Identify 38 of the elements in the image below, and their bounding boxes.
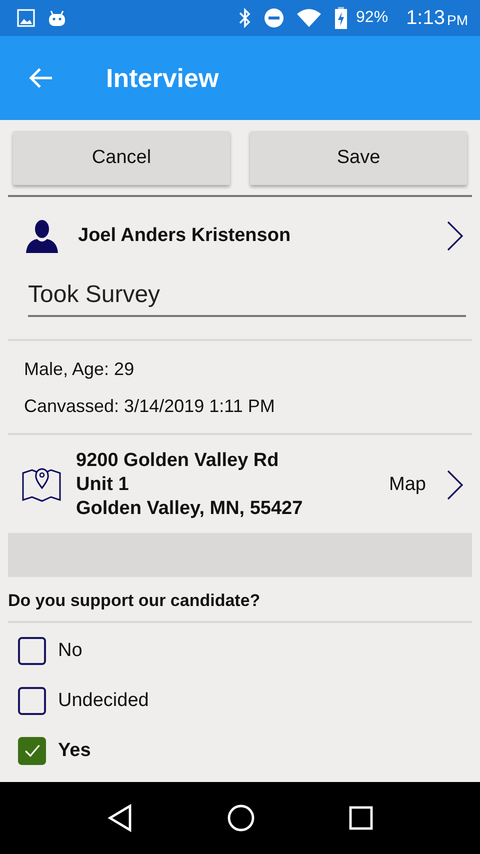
address-line: Unit 1: [76, 473, 130, 497]
option-label: Undecided: [58, 690, 149, 712]
chevron-right-icon: [446, 221, 464, 251]
action-button[interactable]: Cancel: [13, 131, 230, 185]
back-triangle-icon[interactable]: [107, 804, 133, 832]
checkbox[interactable]: [18, 687, 46, 715]
checkbox[interactable]: [18, 737, 46, 765]
option-label: No: [58, 640, 82, 662]
action-button[interactable]: Save: [250, 131, 467, 185]
battery-percent: 92%: [356, 9, 388, 27]
back-arrow-icon: [28, 67, 54, 89]
question-text: Do you support our candidate?: [8, 590, 262, 612]
person-name: Joel Anders Kristenson: [78, 225, 291, 247]
recents-square-icon[interactable]: [349, 806, 373, 830]
address-line: Golden Valley, MN, 55427: [76, 497, 303, 521]
wifi-icon: [296, 8, 322, 28]
address-line: 9200 Golden Valley Rd: [76, 449, 280, 473]
option-label: Yes: [58, 740, 91, 762]
address-row[interactable]: 9200 Golden Valley Rd Unit 1 Golden Valley, MN, 55427 Map: [8, 435, 472, 533]
do-not-disturb-icon: [264, 8, 284, 28]
screen-title: Interview: [106, 62, 219, 94]
image-icon: [17, 9, 35, 27]
result-field[interactable]: Took Survey: [28, 277, 466, 317]
detail-text: Canvassed: 3/14/2019 1:11 PM: [24, 396, 276, 417]
map-pin-icon: [22, 467, 62, 503]
chevron-right-icon: [446, 470, 464, 500]
battery-icon: [334, 7, 348, 29]
clock-am-pm: PM: [447, 12, 468, 28]
map-link[interactable]: Map: [389, 474, 426, 496]
back-button[interactable]: [28, 67, 54, 89]
robot-icon: [47, 9, 67, 27]
checkbox[interactable]: [18, 637, 46, 665]
clock-time: 1:13: [406, 6, 445, 30]
person-row[interactable]: Joel Anders Kristenson: [8, 197, 472, 267]
bluetooth-icon: [238, 8, 252, 28]
home-circle-icon[interactable]: [227, 804, 255, 832]
detail-text: Male, Age: 29: [24, 359, 136, 380]
person-icon: [26, 219, 58, 253]
